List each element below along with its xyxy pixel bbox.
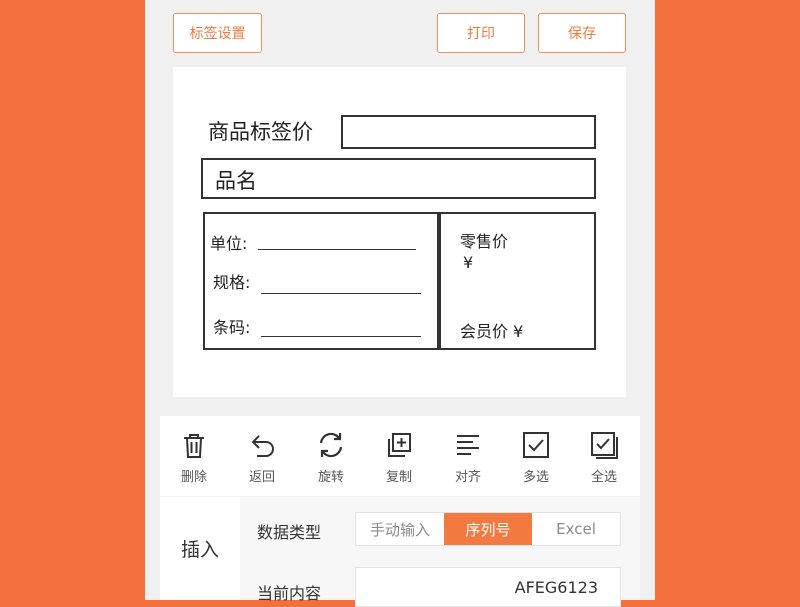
- delete-button[interactable]: 删除: [160, 416, 228, 496]
- rotate-button[interactable]: 旋转: [297, 416, 365, 496]
- barcode-underline: [261, 336, 421, 337]
- label-canvas[interactable]: 商品标签价 品名 单位: 规格: 条码: 零售价 ¥ 会员价 ¥: [173, 67, 626, 397]
- undo-button[interactable]: 返回: [228, 416, 296, 496]
- select-all-button[interactable]: 全选: [570, 416, 638, 496]
- label-title[interactable]: 商品标签价: [208, 116, 313, 146]
- trash-icon: [184, 434, 204, 458]
- delete-label: 删除: [180, 470, 207, 485]
- current-content-label: 当前内容: [257, 584, 322, 603]
- select-all-icon: [591, 432, 618, 459]
- label-settings-button[interactable]: 标签设置: [173, 13, 262, 53]
- retail-price-label[interactable]: 零售价: [460, 228, 508, 252]
- unit-label[interactable]: 单位:: [210, 230, 247, 254]
- copy-icon: [388, 433, 411, 457]
- data-type-label: 数据类型: [257, 523, 322, 542]
- edit-toolbar: 删除 返回 旋转 复制 对齐 多选 全选: [160, 416, 640, 496]
- data-type-serial[interactable]: 序列号: [444, 513, 532, 545]
- align-button[interactable]: 对齐: [434, 416, 502, 496]
- select-all-label: 全选: [590, 470, 617, 485]
- spec-label[interactable]: 规格:: [213, 269, 250, 293]
- member-price-label[interactable]: 会员价 ¥: [460, 318, 523, 342]
- checkbox-icon: [523, 432, 549, 458]
- data-type-manual[interactable]: 手动输入: [356, 513, 444, 545]
- phone-screen: 标签设置 打印 保存 商品标签价 品名 单位: 规格: 条码: 零售价 ¥ 会员…: [145, 0, 655, 607]
- multi-select-button[interactable]: 多选: [502, 416, 570, 496]
- align-icon: [457, 435, 479, 455]
- product-name-box[interactable]: [201, 158, 596, 199]
- undo-label: 返回: [248, 470, 275, 485]
- property-panel: 插入 数据类型 手动输入 序列号 Excel 当前内容 AFEG6123: [160, 497, 640, 607]
- print-button[interactable]: 打印: [437, 13, 525, 53]
- insert-tab[interactable]: 插入: [160, 497, 240, 600]
- current-content-input[interactable]: AFEG6123: [355, 567, 621, 607]
- spec-underline: [261, 293, 421, 294]
- align-label: 对齐: [454, 470, 481, 485]
- data-type-selector[interactable]: 手动输入 序列号 Excel: [355, 512, 621, 546]
- product-name-label[interactable]: 品名: [215, 165, 257, 195]
- barcode-label[interactable]: 条码:: [213, 314, 250, 338]
- undo-icon: [251, 435, 274, 457]
- rotate-label: 旋转: [317, 470, 344, 485]
- copy-button[interactable]: 复制: [365, 416, 433, 496]
- copy-label: 复制: [385, 470, 412, 485]
- data-type-excel[interactable]: Excel: [532, 513, 620, 545]
- multi-select-label: 多选: [522, 470, 549, 485]
- retail-currency[interactable]: ¥: [463, 253, 473, 272]
- title-field-box[interactable]: [341, 115, 596, 149]
- unit-underline: [258, 249, 416, 250]
- save-button[interactable]: 保存: [538, 13, 626, 53]
- rotate-icon: [319, 432, 343, 458]
